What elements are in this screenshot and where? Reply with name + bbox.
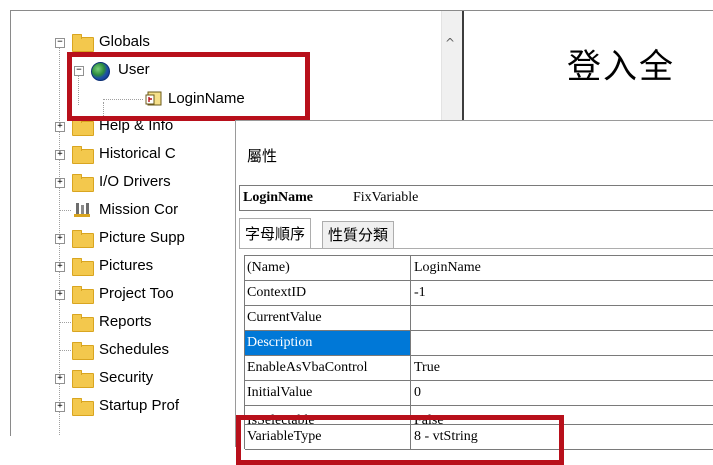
tree-item-label: Pictures — [99, 257, 154, 274]
annotation-highlight-box — [67, 52, 310, 121]
tab-alphabetic[interactable]: 字母順序 — [239, 218, 312, 250]
folder-icon — [72, 146, 94, 164]
property-row[interactable]: ContextID -1 — [245, 281, 713, 306]
expand-icon[interactable]: + — [55, 150, 65, 160]
tree-item-label: Schedules — [99, 341, 170, 358]
folder-icon — [72, 34, 94, 52]
property-value[interactable]: True — [414, 356, 440, 380]
tree-item-startup-profiles[interactable]: + Startup Prof — [11, 394, 231, 418]
tree-item-label: Historical C — [99, 145, 176, 162]
property-name: InitialValue — [245, 381, 411, 405]
properties-window: 屬性 LoginName FixVariable ⌄ 字母順序 性質分類 (Na… — [235, 120, 713, 465]
property-name: CurrentValue — [245, 306, 411, 330]
tree-item-label: Picture Supp — [99, 229, 185, 246]
tree-item-project-toolbar[interactable]: + Project Too — [11, 282, 231, 306]
expand-icon[interactable]: + — [55, 122, 65, 132]
expand-icon[interactable]: + — [55, 178, 65, 188]
tree-item-label: Startup Prof — [99, 397, 180, 414]
folder-icon — [72, 314, 94, 332]
tree-item-reports[interactable]: Reports — [11, 310, 231, 334]
tree-item-historical[interactable]: + Historical C — [11, 142, 231, 166]
object-name: LoginName — [243, 190, 313, 205]
property-row-selected[interactable]: Description — [245, 331, 713, 356]
tree-guide-line — [59, 322, 71, 323]
properties-titlebar[interactable]: 屬性 — [236, 121, 713, 183]
banner-title: 登入全 — [567, 47, 675, 87]
tab-categorized[interactable]: 性質分類 — [322, 221, 395, 248]
tree-item-schedules[interactable]: Schedules — [11, 338, 231, 362]
tree-item-label: Security — [99, 369, 154, 386]
scroll-up-icon[interactable]: ^ — [445, 36, 455, 50]
tree-item-label: I/O Drivers — [99, 173, 171, 190]
property-value[interactable]: 0 — [414, 381, 421, 405]
tree-item-label: Reports — [99, 313, 152, 330]
tree-item-security[interactable]: + Security — [11, 366, 231, 390]
folder-icon — [72, 230, 94, 248]
property-name: (Name) — [245, 256, 411, 280]
tree-guide-line — [59, 210, 71, 211]
mission-control-icon — [74, 203, 90, 217]
tree-guide-line — [59, 350, 71, 351]
property-row[interactable]: EnableAsVbaControl True — [245, 356, 713, 381]
tree-item-mission-control[interactable]: Mission Cor — [11, 198, 231, 222]
folder-icon — [72, 118, 94, 136]
tree-item-label: Mission Cor — [99, 201, 179, 218]
tree-item-globals[interactable]: − Globals — [11, 30, 431, 54]
expand-icon[interactable]: + — [55, 374, 65, 384]
property-row[interactable]: InitialValue 0 — [245, 381, 713, 406]
folder-icon — [72, 174, 94, 192]
property-value[interactable]: LoginName — [414, 256, 481, 280]
property-row[interactable]: (Name) LoginName — [245, 256, 713, 281]
folder-icon — [72, 258, 94, 276]
folder-icon — [72, 370, 94, 388]
expand-icon[interactable]: + — [55, 262, 65, 272]
expand-icon[interactable]: + — [55, 290, 65, 300]
property-row[interactable]: CurrentValue — [245, 306, 713, 331]
tree-item-label: Project Too — [99, 285, 174, 302]
annotation-highlight-box — [236, 415, 564, 465]
object-selector[interactable]: LoginName FixVariable ⌄ — [239, 185, 713, 211]
property-value[interactable]: -1 — [414, 281, 426, 305]
object-type: FixVariable — [353, 190, 419, 205]
property-name: ContextID — [245, 281, 411, 305]
folder-icon — [72, 286, 94, 304]
tree-item-picture-support[interactable]: + Picture Supp — [11, 226, 231, 250]
expand-icon[interactable]: + — [55, 402, 65, 412]
tree-item-pictures[interactable]: + Pictures — [11, 254, 231, 278]
application-frame: − Globals − User LoginName + Help & Info — [10, 10, 713, 465]
folder-icon — [72, 398, 94, 416]
property-name: EnableAsVbaControl — [245, 356, 411, 380]
tree-item-label: Globals — [99, 33, 150, 50]
properties-title: 屬性 — [247, 147, 278, 165]
tree-item-io-drivers[interactable]: + I/O Drivers — [11, 170, 231, 194]
expand-icon[interactable]: + — [55, 234, 65, 244]
collapse-icon[interactable]: − — [55, 38, 65, 48]
folder-icon — [72, 342, 94, 360]
property-name: Description — [245, 331, 411, 355]
